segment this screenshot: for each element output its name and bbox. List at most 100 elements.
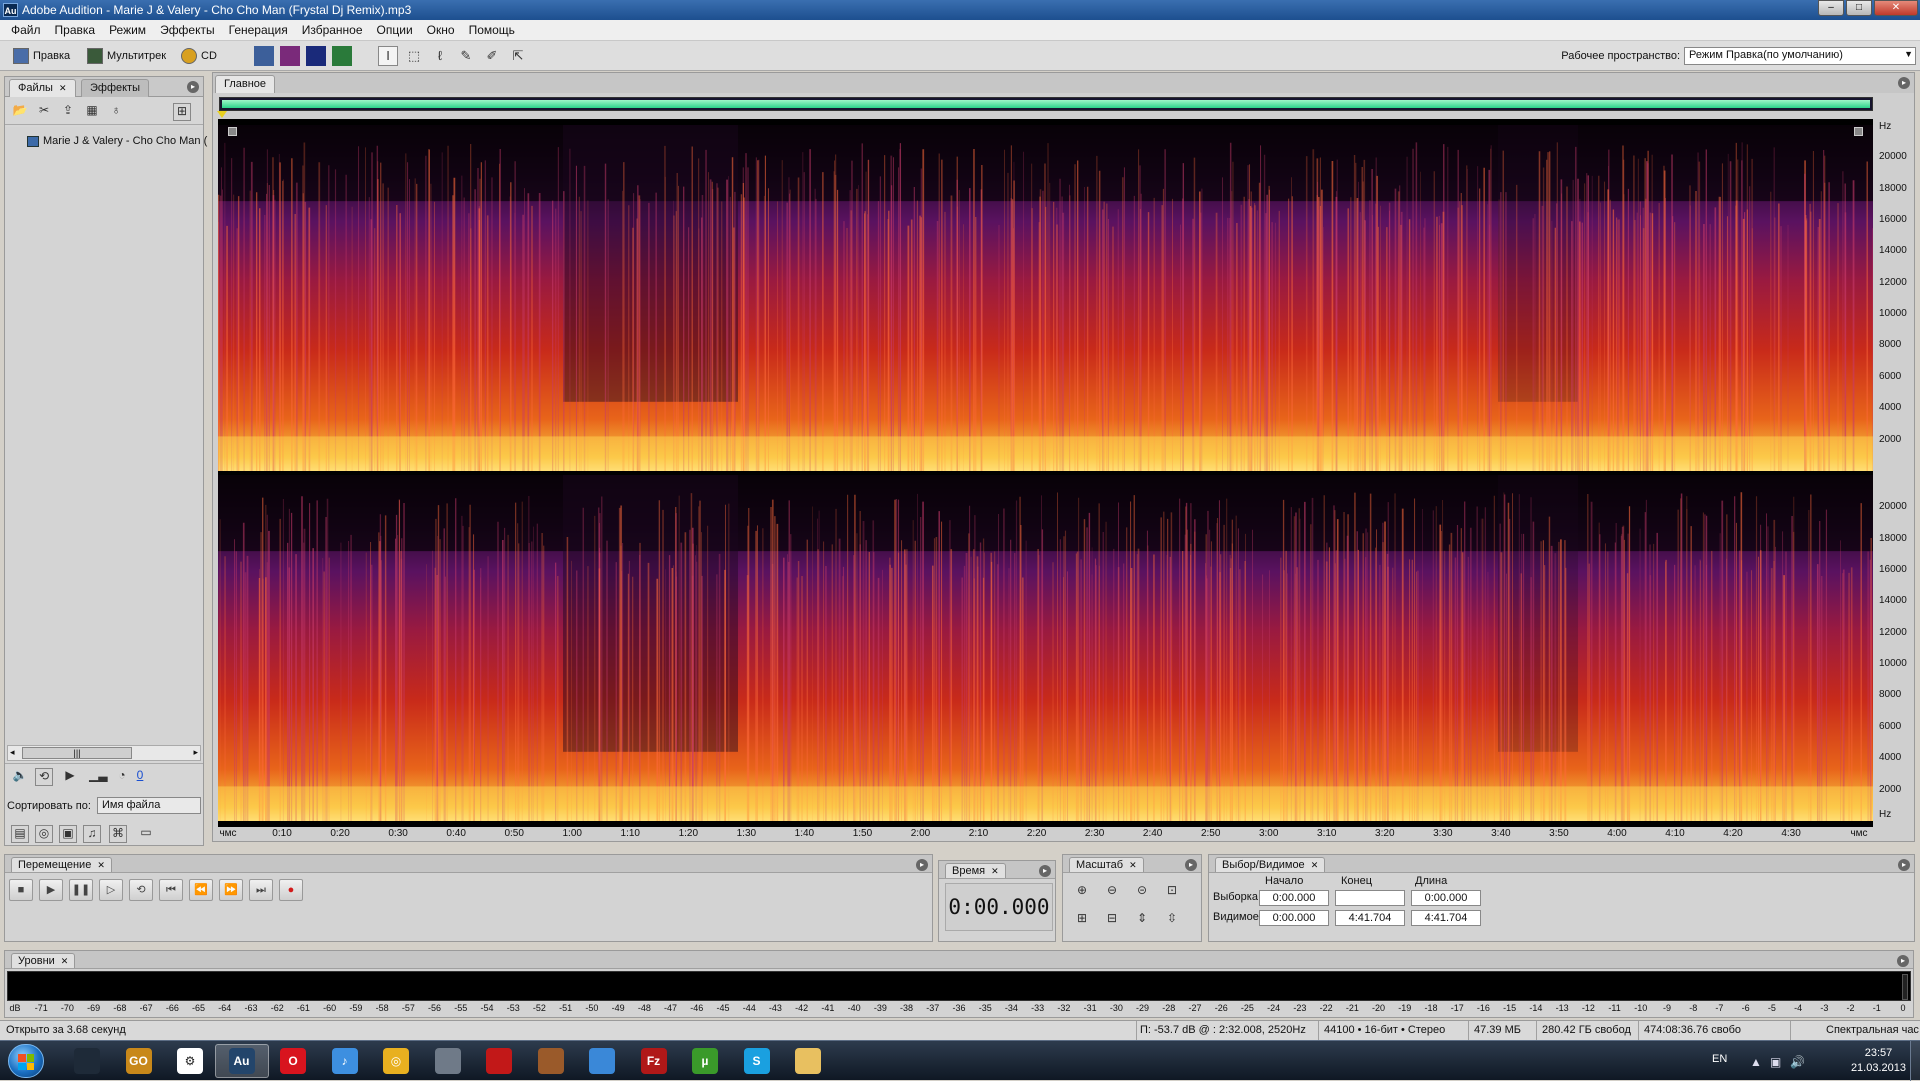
play-to-end-button[interactable]: ▷ bbox=[99, 879, 123, 901]
warcraft-app-button[interactable] bbox=[524, 1044, 578, 1078]
auto-play-icon[interactable]: ▭ bbox=[137, 825, 155, 843]
menu-effects[interactable]: Эффекты bbox=[153, 23, 222, 37]
view-end-field[interactable]: 4:41.704 bbox=[1335, 910, 1405, 926]
phase-view-icon[interactable] bbox=[332, 46, 352, 66]
scroll-thumb[interactable]: ||| bbox=[22, 747, 132, 759]
record-button[interactable]: ● bbox=[279, 879, 303, 901]
nfs-app-button[interactable] bbox=[472, 1044, 526, 1078]
itunes-app-button[interactable]: ♪ bbox=[318, 1044, 372, 1078]
close-icon[interactable]: ✕ bbox=[1129, 860, 1137, 870]
full-path-icon[interactable]: ⌘ bbox=[109, 825, 127, 843]
volume-value[interactable]: 0 bbox=[131, 768, 149, 786]
close-button[interactable]: ✕ bbox=[1874, 0, 1918, 16]
time-selection-tool-icon[interactable]: I bbox=[378, 46, 398, 66]
time-panel-menu-icon[interactable]: ▸ bbox=[1039, 865, 1051, 877]
minimize-button[interactable]: – bbox=[1818, 0, 1844, 16]
panel-menu-icon[interactable]: ▸ bbox=[187, 81, 199, 93]
loop-button[interactable]: ⟲ bbox=[129, 879, 153, 901]
edit-view-button[interactable]: Правка bbox=[10, 46, 73, 66]
selection-length-field[interactable]: 0:00.000 bbox=[1411, 890, 1481, 906]
filezilla-app-button[interactable]: Fz bbox=[627, 1044, 681, 1078]
play-button[interactable]: ▶ bbox=[39, 879, 63, 901]
steam-app-button[interactable]: ⚙ bbox=[163, 1044, 217, 1078]
playhead-marker-icon[interactable] bbox=[217, 111, 227, 118]
overview-visible-range[interactable] bbox=[222, 100, 1870, 108]
zoom-out-horizontal-icon[interactable]: ⊖ bbox=[1101, 879, 1123, 899]
menu-window[interactable]: Окно bbox=[420, 23, 462, 37]
close-icon[interactable]: ✕ bbox=[1311, 860, 1319, 870]
skype-app-button[interactable]: S bbox=[730, 1044, 784, 1078]
close-icon[interactable]: ✕ bbox=[59, 83, 67, 93]
csgo-app-button[interactable]: GO bbox=[112, 1044, 166, 1078]
game-app-button[interactable] bbox=[421, 1044, 475, 1078]
speaker-icon[interactable]: 🔈 bbox=[11, 768, 29, 786]
zoom-corner-left-icon[interactable] bbox=[228, 127, 237, 136]
menu-options[interactable]: Опции bbox=[370, 23, 420, 37]
menu-file[interactable]: Файл bbox=[4, 23, 48, 37]
scroll-right-icon[interactable]: ▸ bbox=[193, 747, 198, 758]
tab-time[interactable]: Время ✕ bbox=[945, 863, 1006, 878]
insert-multitrack-icon[interactable]: ▦ bbox=[83, 103, 101, 121]
show-midi-icon[interactable]: ♫ bbox=[83, 825, 101, 843]
start-button[interactable] bbox=[8, 1044, 44, 1078]
workspace-select[interactable]: Режим Правка(по умолчанию) ▼ bbox=[1684, 47, 1916, 65]
marquee-tool-icon[interactable]: ⬚ bbox=[404, 46, 424, 66]
scrub-tool-icon[interactable]: ⇱ bbox=[508, 46, 528, 66]
close-icon[interactable]: ✕ bbox=[991, 866, 999, 876]
channel-left[interactable] bbox=[218, 125, 1873, 471]
zoom-corner-right-icon[interactable] bbox=[1854, 127, 1863, 136]
zoom-to-left-edge-icon[interactable]: ⊞ bbox=[1071, 907, 1093, 927]
cs-app-button[interactable] bbox=[60, 1044, 114, 1078]
selection-start-field[interactable]: 0:00.000 bbox=[1259, 890, 1329, 906]
show-audio-icon[interactable]: ▤ bbox=[11, 825, 29, 843]
chrome-app-button[interactable]: ◎ bbox=[369, 1044, 423, 1078]
show-desktop-button[interactable] bbox=[1910, 1041, 1920, 1081]
close-file-icon[interactable]: ✂ bbox=[35, 103, 53, 121]
scroll-left-icon[interactable]: ◂ bbox=[10, 747, 15, 758]
loop-icon[interactable]: ⟲ bbox=[35, 768, 53, 786]
selection-panel-menu-icon[interactable]: ▸ bbox=[1898, 859, 1910, 871]
channel-right[interactable] bbox=[218, 475, 1873, 821]
audition-app-button[interactable]: Au bbox=[214, 1044, 269, 1078]
menu-help[interactable]: Помощь bbox=[462, 23, 522, 37]
file-item[interactable]: Marie J & Valery - Cho Cho Man ( bbox=[27, 135, 207, 147]
tab-levels[interactable]: Уровни ✕ bbox=[11, 953, 76, 968]
tab-effects[interactable]: Эффекты bbox=[81, 79, 150, 97]
healing-brush-icon[interactable]: ✐ bbox=[482, 46, 502, 66]
peak-indicator[interactable] bbox=[1902, 974, 1908, 1000]
menu-generate[interactable]: Генерация bbox=[222, 23, 295, 37]
maximize-button[interactable]: □ bbox=[1846, 0, 1872, 16]
zoom-panel-menu-icon[interactable]: ▸ bbox=[1185, 859, 1197, 871]
close-icon[interactable]: ✕ bbox=[97, 860, 105, 870]
menu-view[interactable]: Режим bbox=[102, 23, 153, 37]
opera-app-button[interactable]: O bbox=[266, 1044, 320, 1078]
multitrack-view-button[interactable]: Мультитрек bbox=[84, 46, 169, 66]
go-to-end-button[interactable]: ⏭ bbox=[249, 879, 273, 901]
zoom-out-full-icon[interactable]: ⊝ bbox=[1131, 879, 1153, 899]
zoom-out-vertical-icon[interactable]: ⇳ bbox=[1161, 907, 1183, 927]
pause-button[interactable]: ❚❚ bbox=[69, 879, 93, 901]
app-blue-button[interactable] bbox=[575, 1044, 629, 1078]
fast-forward-button[interactable]: ⏩ bbox=[219, 879, 243, 901]
edit-file-icon[interactable]: ♁ bbox=[107, 103, 125, 121]
language-indicator[interactable]: EN bbox=[1712, 1053, 1727, 1065]
zoom-in-horizontal-icon[interactable]: ⊕ bbox=[1071, 879, 1093, 899]
show-video-icon[interactable]: ▣ bbox=[59, 825, 77, 843]
sort-select[interactable]: Имя файла bbox=[97, 797, 201, 814]
menu-favorites[interactable]: Избранное bbox=[295, 23, 370, 37]
menu-edit[interactable]: Правка bbox=[48, 23, 103, 37]
lasso-tool-icon[interactable]: ℓ bbox=[430, 46, 450, 66]
files-hscrollbar[interactable]: ◂ ||| ▸ bbox=[7, 745, 201, 761]
play-preview-icon[interactable]: ▶ bbox=[61, 768, 79, 786]
levels-panel-menu-icon[interactable]: ▸ bbox=[1897, 955, 1909, 967]
close-icon[interactable]: ✕ bbox=[61, 956, 69, 966]
spectral-display[interactable] bbox=[218, 119, 1873, 827]
clock[interactable]: 23:57 21.03.2013 bbox=[1851, 1046, 1906, 1076]
waveform-view-icon[interactable] bbox=[254, 46, 274, 66]
stop-button[interactable]: ■ bbox=[9, 879, 33, 901]
transport-panel-menu-icon[interactable]: ▸ bbox=[916, 859, 928, 871]
tab-transport[interactable]: Перемещение ✕ bbox=[11, 857, 112, 872]
utorrent-app-button[interactable]: µ bbox=[678, 1044, 732, 1078]
tab-zoom[interactable]: Масштаб ✕ bbox=[1069, 857, 1144, 872]
tab-selection-view[interactable]: Выбор/Видимое ✕ bbox=[1215, 857, 1326, 872]
